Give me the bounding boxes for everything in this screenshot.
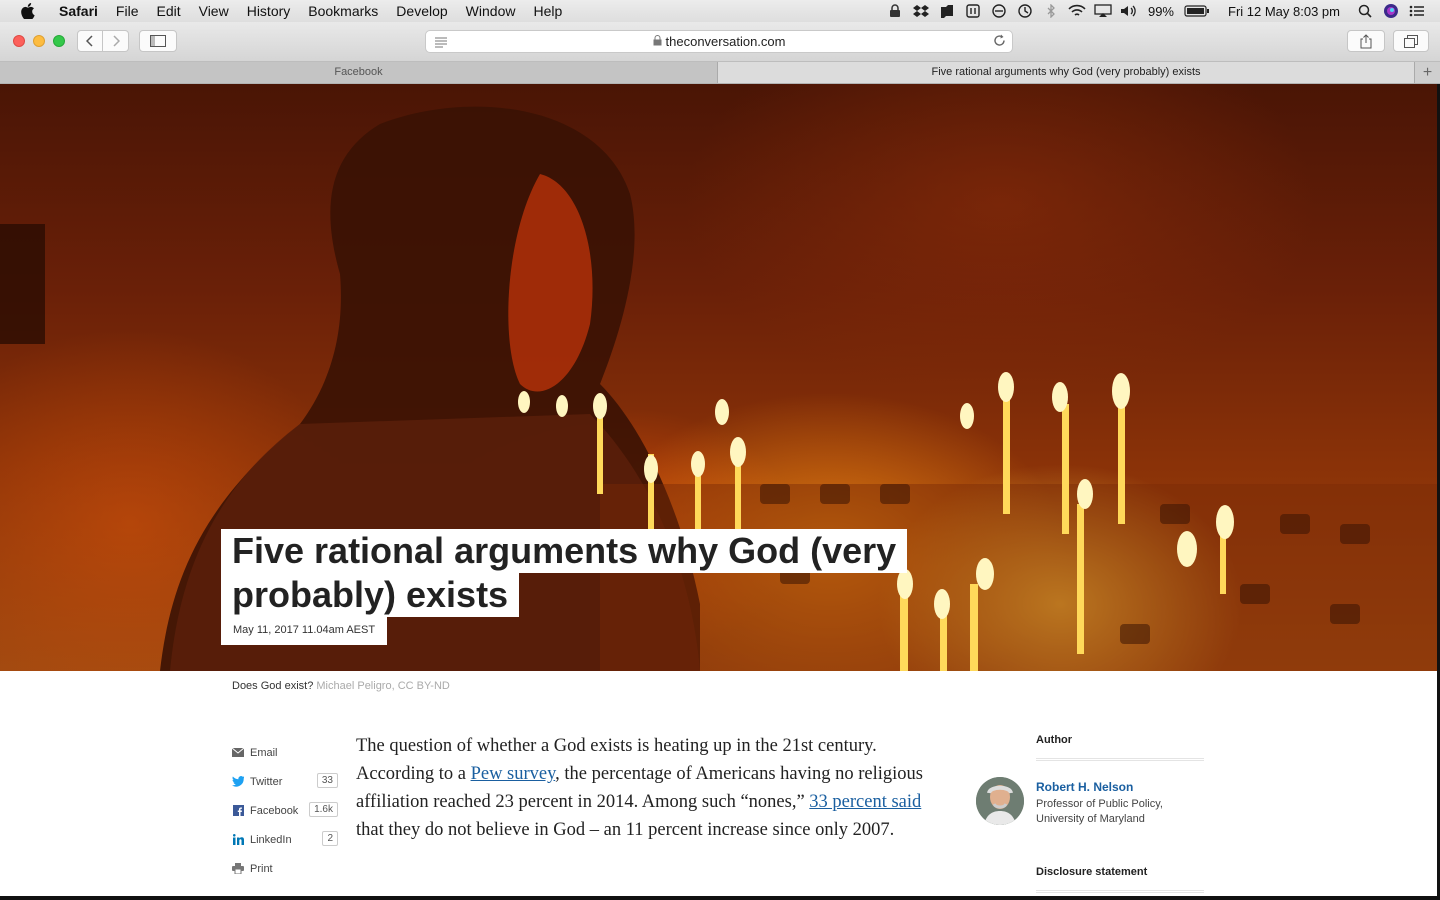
share-label: Facebook [250,804,299,817]
menu-edit[interactable]: Edit [147,0,189,22]
paragraph-text: that they do not believe in God – an 11 … [356,820,895,840]
share-label: Twitter [250,775,283,788]
sidebar-icon [150,35,166,47]
airplay-icon[interactable] [1094,4,1112,18]
tab-article[interactable]: Five rational arguments why God (very pr… [718,62,1414,83]
bluetooth-icon[interactable] [1042,4,1060,18]
menu-safari[interactable]: Safari [50,0,107,22]
image-caption: Does God exist? Michael Peligro, CC BY-N… [232,680,450,692]
share-label: Email [250,746,278,759]
caption-credit[interactable]: Michael Peligro, CC BY-ND [316,680,449,692]
tab-facebook[interactable]: Facebook [0,62,718,83]
menu-bookmarks[interactable]: Bookmarks [299,0,387,22]
show-tabs-button[interactable] [1393,30,1429,52]
share-facebook[interactable]: Facebook 1.6k [232,796,338,825]
print-icon [232,863,244,875]
share-links: Email Twitter 33 Facebook 1.6k LinkedIn … [232,738,338,883]
battery-icon[interactable] [1184,4,1210,18]
chevron-right-icon [112,35,120,47]
menu-file[interactable]: File [107,0,148,22]
battery-percent: 99% [1147,3,1174,19]
menu-help[interactable]: Help [524,0,571,22]
facebook-count: 1.6k [309,802,338,817]
menu-develop[interactable]: Develop [387,0,456,22]
window-edge [0,896,1440,900]
do-not-disturb-icon[interactable] [990,4,1008,18]
spotlight-search-icon[interactable] [1356,4,1374,18]
apple-menu-icon[interactable] [20,3,36,19]
article-dateline: May 11, 2017 11.04am AEST [221,617,388,645]
new-tab-button[interactable]: + [1414,62,1440,83]
volume-icon[interactable] [1120,4,1138,18]
author-card: Robert H. Nelson Professor of Public Pol… [976,777,1208,833]
status-area: 99% Fri 12 May 8:03 pm [882,0,1440,22]
address-url: theconversation.com [665,34,786,49]
author-role: Professor of Public Policy, University o… [1036,798,1163,825]
linkedin-icon [232,834,244,846]
menu-view[interactable]: View [190,0,238,22]
author-name-link[interactable]: Robert H. Nelson [1036,780,1133,794]
tabs-overview-icon [1404,34,1418,48]
time-machine-icon[interactable] [1016,4,1034,18]
author-sidebar: Author Robert H. Nelson Professor of Pub… [976,734,1208,893]
app-status-icon[interactable] [964,4,982,18]
menu-bar: Safari File Edit View History Bookmarks … [0,0,1440,22]
notification-center-icon[interactable] [1408,4,1426,18]
evernote-icon[interactable] [938,4,956,18]
share-icon [1360,33,1372,48]
address-bar[interactable]: theconversation.com [425,30,1013,53]
wifi-icon[interactable] [1068,4,1086,18]
pew-survey-link[interactable]: Pew survey [471,764,556,784]
email-icon [232,747,244,759]
share-linkedin[interactable]: LinkedIn 2 [232,825,338,854]
headline-line-2: probably) exists [221,573,520,617]
share-label: Print [250,862,273,875]
disclosure-heading: Disclosure statement [1036,866,1204,893]
chevron-left-icon [86,35,93,47]
browser-toolbar: theconversation.com [0,22,1440,62]
author-avatar[interactable] [976,777,1024,825]
web-page: Five rational arguments why God (very pr… [0,84,1437,896]
zoom-window-button[interactable] [53,35,65,47]
author-heading: Author [1036,734,1204,761]
back-button[interactable] [77,30,103,52]
reader-view-icon[interactable] [434,36,448,51]
headline-line-1: Five rational arguments why God (very [221,529,908,573]
siri-icon[interactable] [1382,4,1400,18]
menu-history[interactable]: History [238,0,300,22]
sidebar-toggle-button[interactable] [139,30,177,52]
tab-bar: Facebook Five rational arguments why God… [0,62,1440,84]
lock-status-icon[interactable] [886,4,904,18]
minimize-window-button[interactable] [33,35,45,47]
linkedin-count: 2 [322,831,338,846]
share-button[interactable] [1347,30,1385,52]
secure-lock-icon [653,34,662,49]
close-window-button[interactable] [13,35,25,47]
share-label: LinkedIn [250,833,292,846]
percent-said-link[interactable]: 33 percent said [809,792,921,812]
clock[interactable]: Fri 12 May 8:03 pm [1228,4,1340,19]
dropbox-icon[interactable] [912,4,930,18]
share-print[interactable]: Print [232,854,338,883]
forward-button[interactable] [103,30,129,52]
article-headline: Five rational arguments why God (very pr… [221,529,908,645]
caption-text: Does God exist? [232,680,314,692]
reload-icon[interactable] [993,34,1006,50]
window-controls [13,35,65,47]
twitter-count: 33 [316,773,338,788]
share-email[interactable]: Email [232,738,338,767]
twitter-icon [232,776,244,788]
menu-window[interactable]: Window [457,0,525,22]
facebook-icon [232,805,244,817]
article-paragraph: The question of whether a God exists is … [356,732,946,844]
share-twitter[interactable]: Twitter 33 [232,767,338,796]
